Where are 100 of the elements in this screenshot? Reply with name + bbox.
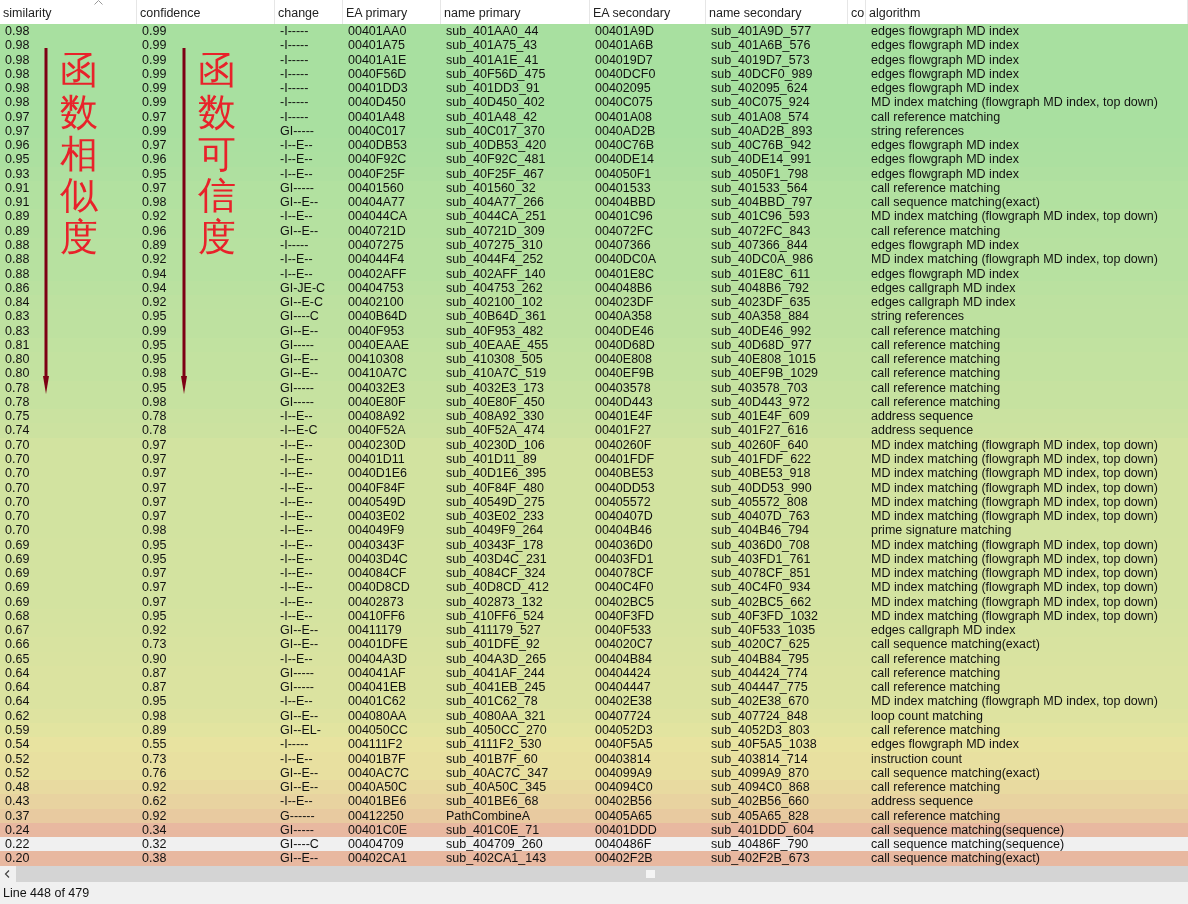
table-row[interactable]: 0.67 0.92 GI--E-- 00411179 sub_411179_527 0040F533 sub_40F533_1035 edges callgraph MD index: [0, 623, 1188, 638]
table-cell-text: 0.91: [4, 180, 31, 196]
table-cell-text: 0040407D: [594, 509, 654, 524]
table-cell-text: sub_410308_505: [445, 352, 544, 367]
table-cell-text: 00407275: [347, 238, 405, 253]
table-cell-text: sub_40D8CD_412: [445, 580, 550, 595]
table-cell-text: MD index matching (flowgraph MD index, top down): [870, 694, 1159, 709]
table-cell-text: 0.59: [4, 723, 31, 738]
table-row[interactable]: 0.43 0.62 -I--E-- 00401BE6 sub_401BE6_68 00402B56 sub_402B56_660 address sequence: [0, 794, 1188, 809]
table-cell-text: GI-----: [279, 822, 315, 838]
table-cell-text: 00401C96: [594, 209, 654, 224]
table-cell-text: 0.95: [141, 352, 168, 367]
table-row[interactable]: 0.48 0.92 GI--E-- 0040A50C sub_40A50C_345 004094C0 sub_4094C0_868 call reference matching: [0, 780, 1188, 795]
table-row[interactable]: 0.83 0.95 GI----C 0040B64D sub_40B64D_361 0040A358 sub_40A358_884 string references: [0, 309, 1188, 324]
table-cell-text: 0.97: [141, 180, 168, 196]
table-cell-text: edges flowgraph MD index: [870, 38, 1020, 53]
table-row[interactable]: 0.80 0.98 GI--E-- 00410A7C sub_410A7C_519 0040EF9B sub_40EF9B_1029 call reference matching: [0, 366, 1188, 381]
table-cell-text: sub_4044F4_252: [445, 252, 545, 267]
table-cell-text: 0040BE53: [594, 466, 655, 481]
table-cell-text: 0040549D: [347, 494, 407, 510]
table-cell-text: 00401DFE: [347, 637, 409, 652]
table-cell-text: 00401A08: [594, 109, 653, 124]
table-row[interactable]: 0.75 0.78 -I--E-- 00408A92 sub_408A92_330 00401E4F sub_401E4F_609 address sequence: [0, 409, 1188, 424]
scroll-left-icon[interactable]: [0, 866, 16, 882]
table-cell-text: sub_4080AA_321: [445, 708, 547, 723]
table-cell-text: sub_401DDD_604: [710, 822, 815, 838]
table-row[interactable]: 0.69 0.97 -I--E-- 004084CF sub_4084CF_324 004078CF sub_4078CF_851 MD index matching (flowgraph MD index, top down): [0, 566, 1188, 581]
table-row[interactable]: 0.64 0.95 -I--E-- 00401C62 sub_401C62_78 00402E38 sub_402E38_670 MD index matching (flowgraph MD index, top down): [0, 694, 1188, 709]
table-cell-text: 0.97: [141, 580, 168, 595]
table-row[interactable]: 0.64 0.87 GI----- 004041EB sub_4041EB_245 00404447 sub_404447_775 call reference matching: [0, 680, 1188, 695]
table-cell-text: sub_401DD3_91: [445, 81, 541, 96]
table-cell-text: call reference matching: [870, 808, 1002, 823]
table-cell-text: sub_405A65_828: [710, 808, 810, 823]
table-row[interactable]: 0.70 0.97 -I--E-- 0040D1E6 sub_40D1E6_395 0040BE53 sub_40BE53_918 MD index matching (flowgraph MD index, top down): [0, 466, 1188, 481]
table-row[interactable]: 0.22 0.32 GI----C 00404709 sub_404709_260 0040486F sub_40486F_790 call sequence matching(sequence): [0, 837, 1188, 852]
table-cell-text: string references: [870, 309, 966, 324]
table-cell-text: -I--E--: [279, 580, 314, 595]
table-cell-text: call reference matching: [870, 651, 1002, 666]
table-cell-text: 0040A358: [594, 309, 653, 324]
table-cell-text: sub_4048B6_792: [710, 280, 809, 296]
table-cell-text: sub_40F56D_475: [445, 66, 547, 82]
table-row[interactable]: 0.70 0.98 -I--E-- 004049F9 sub_4049F9_264 00404B46 sub_404B46_794 prime signature matching: [0, 523, 1188, 538]
table-cell-text: sub_401533_564: [710, 180, 809, 196]
table-cell-text: sub_4050F1_798: [710, 166, 810, 181]
table-cell-text: sub_401A08_574: [710, 109, 810, 124]
table-cell-text: 0.88: [4, 238, 31, 253]
table-cell-text: MD index matching (flowgraph MD index, top down): [870, 551, 1159, 567]
table-cell-text: MD index matching (flowgraph MD index, top down): [870, 480, 1159, 495]
table-cell-text: 00402BC5: [594, 594, 656, 609]
table-cell-text: sub_4111F2_530: [445, 737, 543, 752]
table-cell-text: sub_4023DF_635: [710, 295, 812, 310]
scrollbar-thumb[interactable]: [646, 870, 655, 878]
table-cell-text: GI--E--: [279, 623, 320, 638]
table-cell-text: -I--E--: [279, 608, 314, 624]
table-cell-text: 0.98: [141, 523, 168, 538]
table-cell-text: -I--E--: [279, 437, 314, 452]
table-cell-text: 0.97: [141, 594, 168, 609]
table-cell-text: 0040D68D: [594, 337, 656, 353]
table-cell-text: sub_40D450_402: [445, 95, 546, 110]
table-row[interactable]: 0.69 0.97 -I--E-- 0040D8CD sub_40D8CD_412 0040C4F0 sub_40C4F0_934 MD index matching (flowgraph MD index, top down): [0, 580, 1188, 595]
table-cell-text: 0.75: [4, 409, 31, 424]
table-cell-text: 00401BE6: [347, 794, 408, 809]
table-cell-text: 0.97: [141, 437, 168, 452]
table-cell-text: sub_40EAAE_455: [445, 337, 550, 353]
table-cell-text: sub_40DC0A_986: [710, 252, 815, 267]
table-cell-text: sub_40C017_370: [445, 123, 546, 139]
table-cell-text: 0.78: [4, 394, 31, 410]
table-row[interactable]: 0.66 0.73 GI--E-- 00401DFE sub_401DFE_92 004020C7 sub_4020C7_625 call sequence matching(exact): [0, 637, 1188, 652]
table-cell-text: 00401C0E: [347, 822, 409, 838]
table-cell-text: 0.98: [4, 38, 31, 53]
table-cell-text: 00401A48: [347, 109, 406, 124]
table-cell-text: 0.52: [4, 751, 31, 766]
table-cell-text: 0040F52A: [347, 423, 407, 438]
table-cell-text: sub_403E02_233: [445, 509, 545, 524]
table-cell-text: 0040D1E6: [347, 466, 409, 481]
table-row[interactable]: 0.98 0.99 -I----- 00401A75 sub_401A75_43 00401A6B sub_401A6B_576 edges flowgraph MD index: [0, 38, 1188, 53]
table-cell-text: 0.98: [141, 708, 168, 723]
table-row[interactable]: 0.70 0.97 -I--E-- 00403E02 sub_403E02_233 0040407D sub_40407D_763 MD index matching (flowgraph MD index, top down): [0, 509, 1188, 524]
table-cell-text: MD index matching (flowgraph MD index, top down): [870, 252, 1159, 267]
table-cell-text: 0.97: [4, 109, 31, 124]
table-row[interactable]: 0.20 0.38 GI--E-- 00402CA1 sub_402CA1_143 00402F2B sub_402F2B_673 call sequence matching(exact): [0, 851, 1188, 866]
table-cell-text: 0040DE14: [594, 152, 656, 167]
table-row[interactable]: 0.54 0.55 -I----- 004111F2 sub_4111F2_530 0040F5A5 sub_40F5A5_1038 edges flowgraph MD index: [0, 737, 1188, 752]
table-cell-text: sub_40A50C_345: [445, 780, 548, 795]
table-row[interactable]: 0.59 0.89 GI--EL- 004050CC sub_4050CC_270 004052D3 sub_4052D3_803 call reference matching: [0, 723, 1188, 738]
table-row[interactable]: 0.74 0.78 -I--E-C 0040F52A sub_40F52A_474 00401F27 sub_401F27_616 address sequence: [0, 423, 1188, 438]
table-cell-text: 0040E80F: [347, 394, 407, 410]
table-row[interactable]: 0.80 0.95 GI--E-- 00410308 sub_410308_505 0040E808 sub_40E808_1015 call reference matching: [0, 352, 1188, 367]
table-row[interactable]: 0.98 0.99 -I----- 00401AA0 sub_401AA0_44 00401A9D sub_401A9D_577 edges flowgraph MD index: [0, 24, 1188, 39]
table-cell-text: 0040F953: [347, 323, 406, 338]
table-cell-text: GI-----: [279, 680, 315, 695]
table-cell-text: 0040C017: [347, 123, 407, 139]
table-cell-text: -I-----: [279, 81, 310, 96]
table-cell-text: 0.90: [141, 651, 168, 666]
table-cell-text: sub_407724_848: [710, 708, 809, 723]
table-cell-text: sub_40260F_640: [710, 437, 810, 452]
table-cell-text: 0.80: [4, 366, 31, 381]
table-cell-text: 0.98: [141, 366, 168, 381]
table-cell-text: 0040DE46: [594, 323, 656, 338]
table-row[interactable]: 0.84 0.92 GI--E-C 00402100 sub_402100_102 004023DF sub_4023DF_635 edges callgraph MD index: [0, 295, 1188, 310]
